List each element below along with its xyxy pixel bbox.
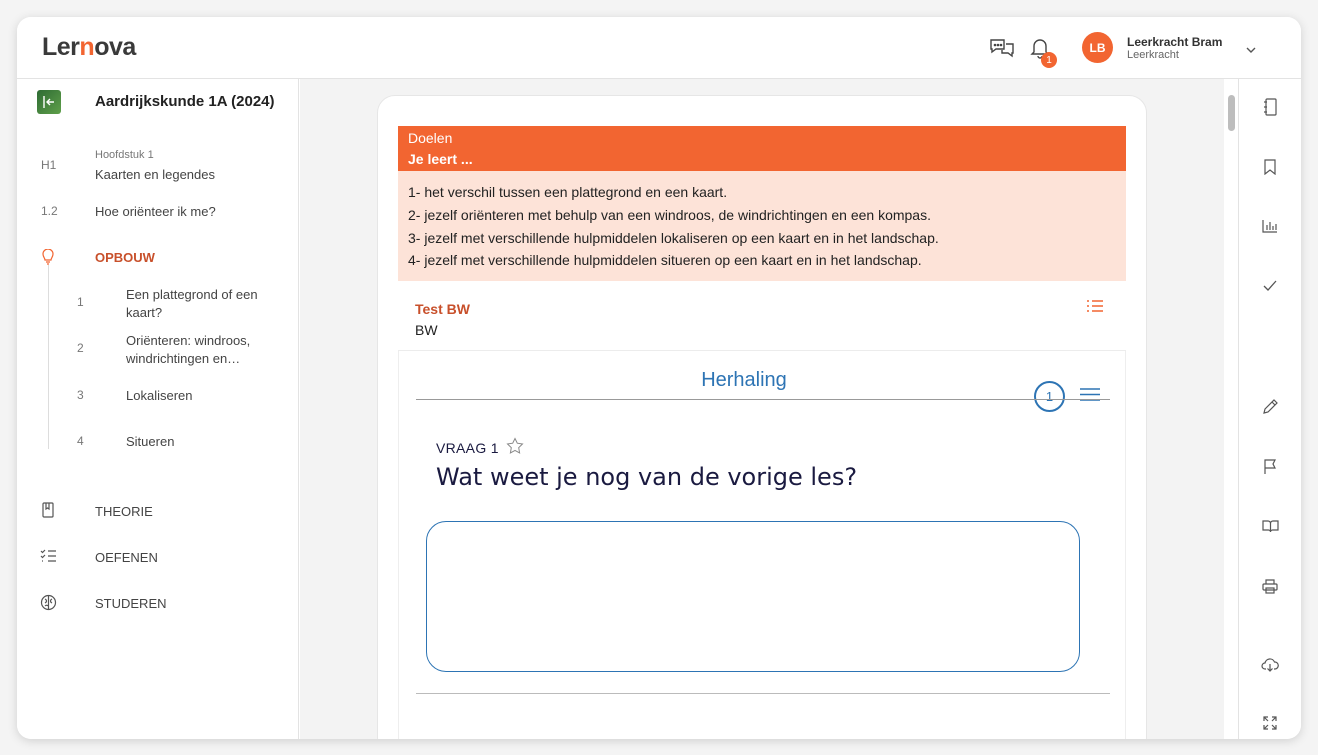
cloud-download-icon[interactable]: [1260, 655, 1280, 675]
check-icon[interactable]: [1260, 275, 1280, 295]
collapse-sidebar-button[interactable]: [37, 90, 61, 114]
bookmark-icon[interactable]: [1260, 157, 1280, 177]
sidebar-item-opbouw[interactable]: OPBOUW: [95, 250, 155, 265]
sidebar-item-oefenen[interactable]: OEFENEN: [95, 550, 158, 565]
app-window: Lernova 1 LB Leerkracht Bram Leerkracht …: [17, 17, 1301, 739]
doelen-goals: 1- het verschil tussen een plattegrond e…: [398, 171, 1126, 281]
test-section: Test BW BW: [398, 281, 1126, 351]
lernova-logo[interactable]: Lernova: [42, 33, 136, 62]
opbouw-item-label-cont: windrichtingen en…: [126, 351, 241, 366]
goal-item: 2- jezelf oriënteren met behulp van een …: [408, 207, 931, 223]
sidebar-item-studeren[interactable]: STUDEREN: [95, 596, 167, 611]
collapse-icon: [43, 96, 54, 108]
opbouw-item-label-cont: kaart?: [126, 305, 163, 320]
opbouw-item-number: 4: [77, 434, 84, 448]
heading-divider: [416, 399, 1110, 400]
doelen-title: Doelen: [408, 130, 453, 146]
question-counter[interactable]: 1: [1034, 381, 1065, 412]
doelen-header: Doelen Je leert ...: [398, 126, 1126, 171]
checklist-icon: [40, 549, 57, 566]
chevron-down-icon[interactable]: [1245, 41, 1257, 59]
book-icon: [41, 502, 55, 521]
goal-item: 4- jezelf met verschillende hulpmiddelen…: [408, 252, 922, 268]
course-title: Aardrijkskunde 1A (2024): [95, 93, 275, 110]
list-icon[interactable]: [1086, 299, 1104, 319]
test-subtitle: BW: [415, 322, 438, 338]
right-toolbar: [1239, 79, 1301, 739]
fullscreen-icon[interactable]: [1260, 713, 1280, 733]
goal-item: 1- het verschil tussen een plattegrond e…: [408, 184, 728, 200]
scrollbar[interactable]: [1224, 79, 1239, 739]
opbouw-item-number: 2: [77, 341, 84, 355]
hamburger-menu-icon[interactable]: [1080, 388, 1100, 406]
notification-badge: 1: [1041, 52, 1057, 68]
star-icon[interactable]: [506, 437, 524, 460]
brain-icon: [40, 594, 57, 614]
opbouw-item-label: Situeren: [126, 434, 175, 449]
user-avatar[interactable]: LB: [1082, 32, 1113, 63]
flag-icon[interactable]: [1260, 457, 1280, 477]
notebook-icon[interactable]: [1260, 97, 1280, 117]
goal-item: 3- jezelf met verschillende hulpmiddelen…: [408, 230, 939, 246]
section-code: 1.2: [41, 204, 58, 218]
scrollbar-thumb[interactable]: [1228, 95, 1235, 131]
printer-icon[interactable]: [1260, 576, 1280, 596]
answer-field[interactable]: [426, 521, 1080, 672]
open-book-icon[interactable]: [1260, 516, 1280, 536]
opbouw-tree-line: [48, 265, 49, 449]
chapter-code: H1: [41, 158, 57, 172]
opbouw-item-number: 1: [77, 295, 84, 309]
exercise-area: Herhaling 1 VRAAG 1 Wat weet je nog van …: [398, 351, 1126, 739]
logo-text-left: Ler: [42, 33, 80, 61]
opbouw-item-number: 3: [77, 388, 84, 402]
user-name: Leerkracht Bram: [1127, 35, 1223, 49]
section-heading: Herhaling: [701, 369, 787, 391]
sidebar-item-theorie[interactable]: THEORIE: [95, 504, 153, 519]
opbouw-item-label: Lokaliseren: [126, 388, 193, 403]
question-text: Wat weet je nog van de vorige les?: [436, 463, 858, 491]
bar-chart-icon[interactable]: [1260, 216, 1280, 236]
sidebar: Aardrijkskunde 1A (2024) H1 Hoofdstuk 1 …: [17, 79, 299, 739]
logo-text-accent: n: [79, 33, 95, 61]
bottom-divider: [416, 693, 1110, 694]
test-title: Test BW: [415, 301, 470, 317]
user-role: Leerkracht: [1127, 49, 1179, 61]
opbouw-item-label: Een plattegrond of een: [126, 287, 258, 302]
pencil-icon[interactable]: [1260, 397, 1280, 417]
sidebar-item-section[interactable]: Hoe oriënteer ik me?: [95, 204, 216, 219]
sidebar-item-chapter[interactable]: Kaarten en legendes: [95, 167, 215, 182]
chapter-label: Hoofdstuk 1: [95, 149, 154, 161]
logo-text-right: ova: [94, 33, 136, 61]
top-header: Lernova 1 LB Leerkracht Bram Leerkracht: [17, 17, 1301, 79]
chat-icon[interactable]: [989, 35, 1015, 61]
question-label: VRAAG 1: [436, 440, 499, 456]
opbouw-item-label: Oriënteren: windroos,: [126, 333, 251, 348]
doelen-subtitle: Je leert ...: [408, 151, 473, 167]
